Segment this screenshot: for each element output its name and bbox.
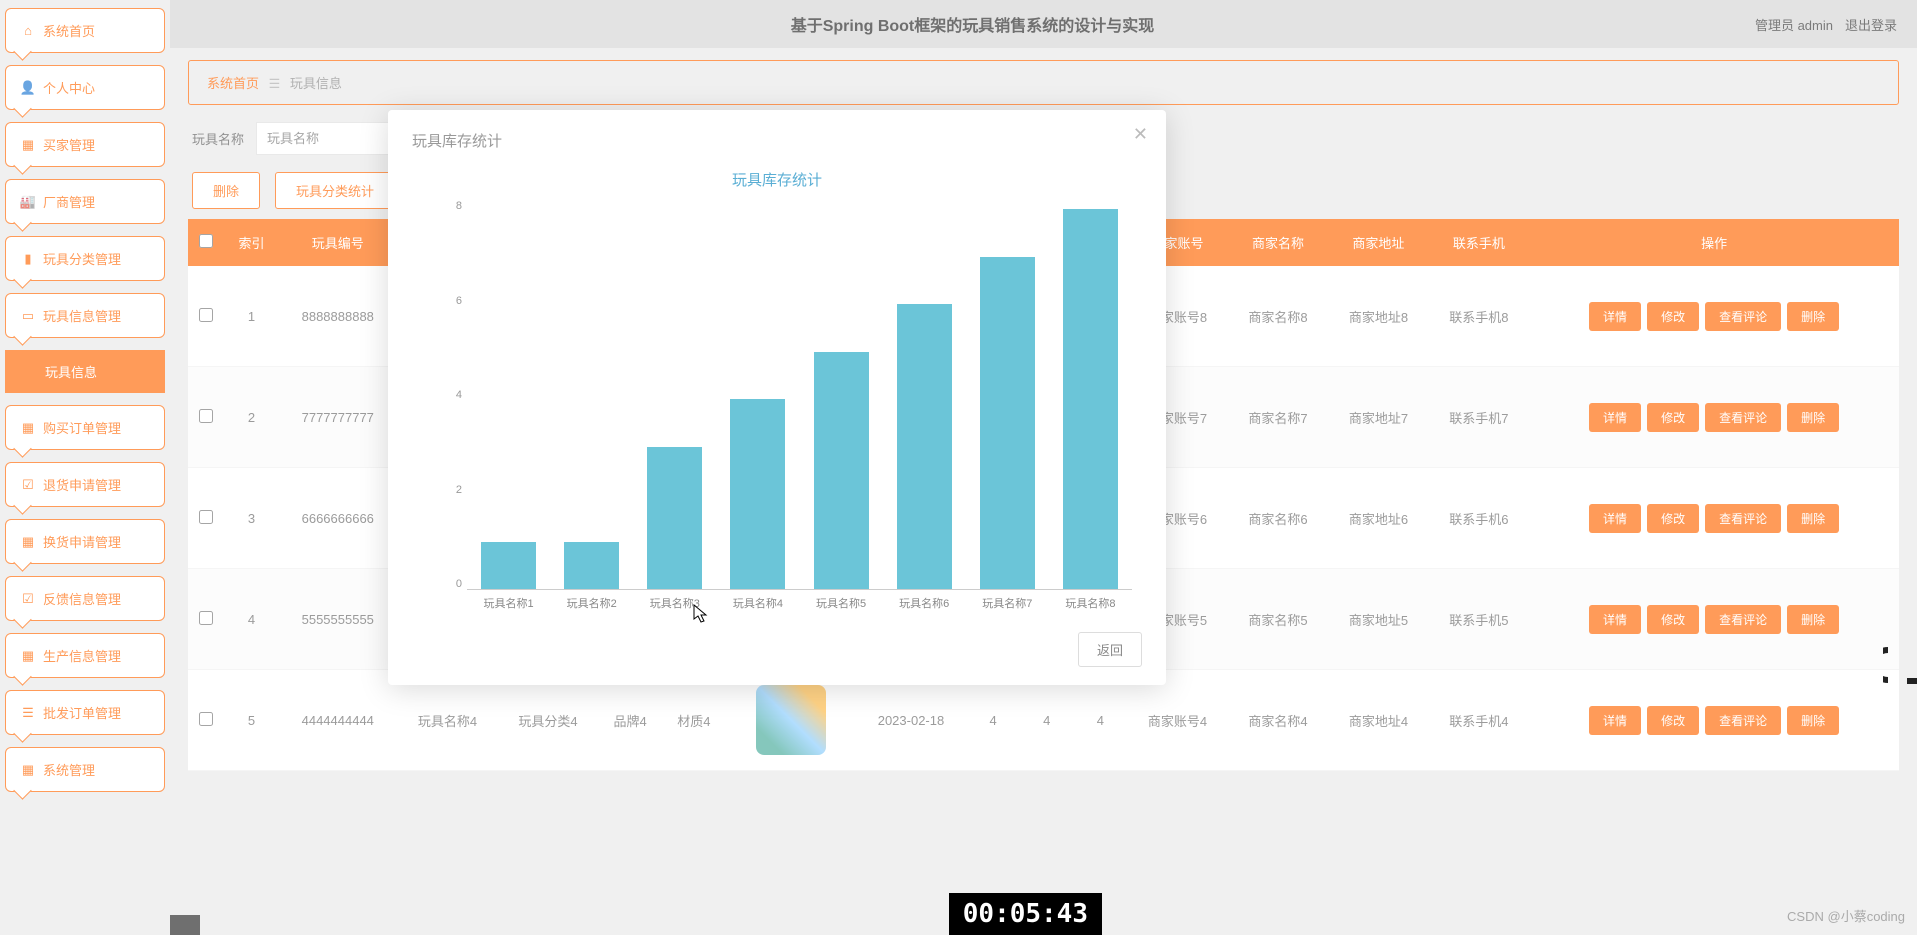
bar-wrap: 玩具名称6 [883, 304, 966, 589]
chart-title: 玩具库存统计 [412, 169, 1142, 190]
bar-wrap: 玩具名称3 [633, 447, 716, 590]
y-axis: 8 6 4 2 0 [437, 200, 462, 590]
close-icon[interactable]: ✕ [1133, 124, 1148, 145]
y-tick: 6 [456, 295, 462, 307]
watermark: CSDN @小蔡coding [1787, 906, 1905, 925]
bar-label: 玩具名称5 [816, 595, 866, 611]
bar-wrap: 玩具名称1 [467, 542, 550, 590]
video-timer: 00:05:43 [949, 893, 1102, 935]
bar [647, 447, 702, 590]
bar [980, 257, 1035, 590]
bar [730, 399, 785, 589]
side-widget-icon [1883, 640, 1917, 690]
bar-label: 玩具名称1 [484, 595, 534, 611]
modal-title: 玩具库存统计 [412, 130, 1142, 151]
y-tick: 4 [456, 389, 462, 401]
bar [1063, 209, 1118, 589]
bar-label: 玩具名称8 [1065, 595, 1115, 611]
chart-area: 86420 玩具名称1玩具名称2玩具名称3玩具名称4玩具名称5玩具名称6玩具名称… [412, 200, 1142, 620]
y-tick: 0 [456, 578, 462, 590]
y-tick: 8 [456, 200, 462, 212]
bar [814, 352, 869, 590]
return-button[interactable]: 返回 [1078, 632, 1142, 667]
bar-label: 玩具名称6 [899, 595, 949, 611]
stock-stat-modal: 玩具库存统计 ✕ 玩具库存统计 86420 玩具名称1玩具名称2玩具名称3玩具名… [388, 110, 1166, 685]
bar-label: 玩具名称3 [650, 595, 700, 611]
bar-wrap: 玩具名称8 [1049, 209, 1132, 589]
bar-wrap: 玩具名称7 [966, 257, 1049, 590]
bar-wrap: 玩具名称4 [716, 399, 799, 589]
bar [564, 542, 619, 590]
bar-wrap: 玩具名称2 [550, 542, 633, 590]
bar [897, 304, 952, 589]
bar [481, 542, 536, 590]
y-tick: 2 [456, 484, 462, 496]
bar-wrap: 玩具名称5 [800, 352, 883, 590]
bar-label: 玩具名称2 [567, 595, 617, 611]
bar-label: 玩具名称4 [733, 595, 783, 611]
bar-label: 玩具名称7 [982, 595, 1032, 611]
bars-container: 玩具名称1玩具名称2玩具名称3玩具名称4玩具名称5玩具名称6玩具名称7玩具名称8 [467, 200, 1132, 590]
